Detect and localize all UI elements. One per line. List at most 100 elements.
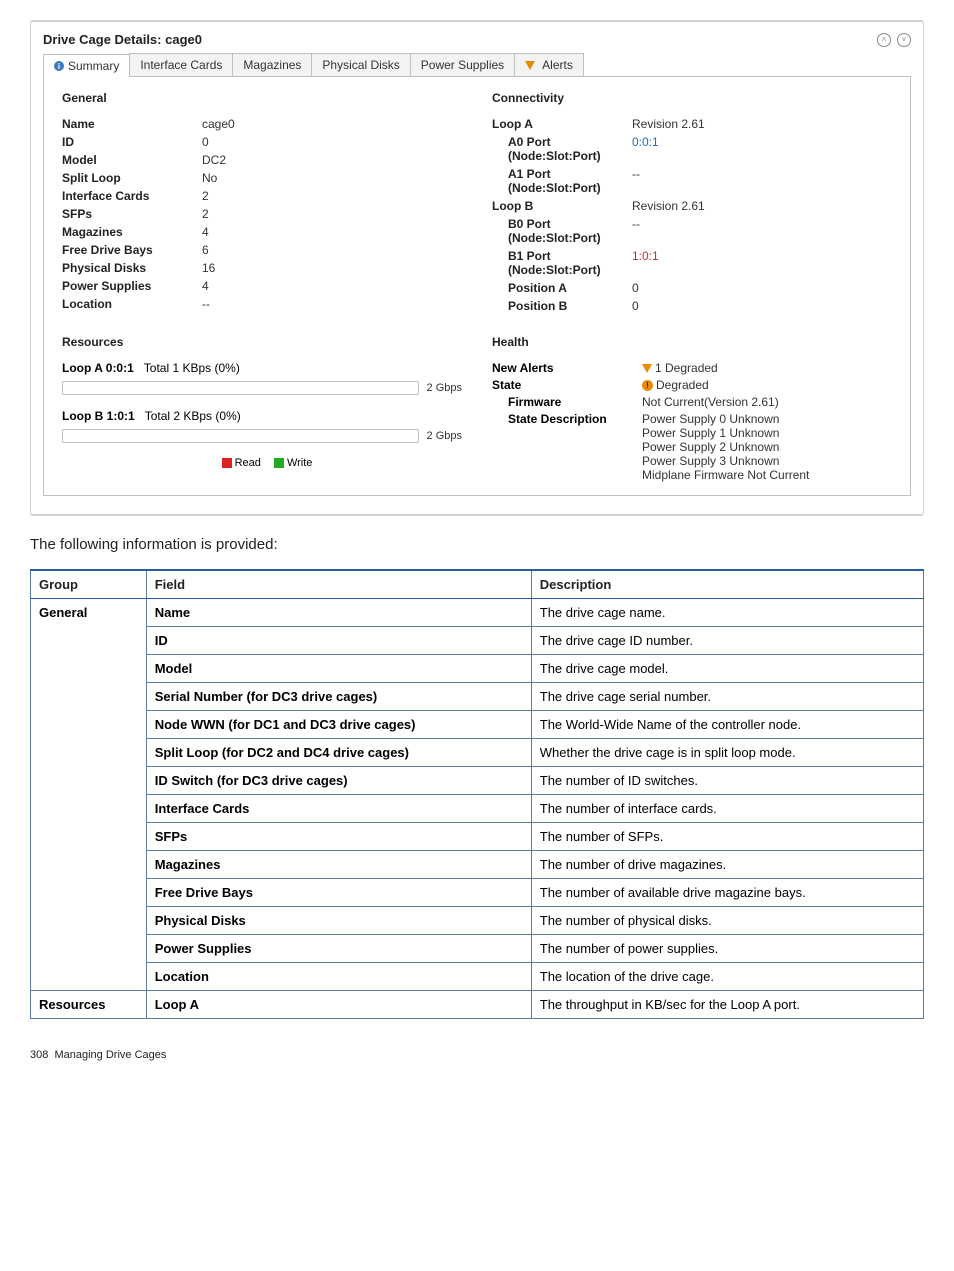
desc-cell: The number of power supplies. <box>531 935 923 963</box>
general-key: SFPs <box>62 207 202 221</box>
panel-header: Drive Cage Details: cage0 ˄ ˅ <box>43 32 911 47</box>
general-key: Model <box>62 153 202 167</box>
degraded-arrow-icon <box>642 364 652 373</box>
general-value: 4 <box>202 225 209 239</box>
a0-port-label: A0 Port (Node:Slot:Port) <box>492 135 632 163</box>
a1-port-label: A1 Port (Node:Slot:Port) <box>492 167 632 195</box>
desc-cell: The drive cage ID number. <box>531 627 923 655</box>
loop-b-cap: 2 Gbps <box>427 430 462 442</box>
general-key: Name <box>62 117 202 131</box>
group-cell: General <box>31 599 147 991</box>
field-cell: Location <box>146 963 531 991</box>
loop-a-bar <box>62 381 419 395</box>
th-desc: Description <box>531 570 923 599</box>
general-key: Location <box>62 297 202 311</box>
desc-cell: The drive cage name. <box>531 599 923 627</box>
health-section: Health New Alerts1 Degraded State!Degrad… <box>492 335 892 485</box>
body-text: The following information is provided: <box>30 536 924 553</box>
legend-write-swatch <box>274 458 284 468</box>
general-value: No <box>202 171 217 185</box>
resources-section: Resources Loop A 0:0:1 Total 1 KBps (0%)… <box>62 335 462 485</box>
loop-b-label: Loop B <box>492 199 632 213</box>
section-heading-general: General <box>62 91 462 105</box>
collapse-up-icon[interactable]: ˄ <box>877 33 891 47</box>
desc-cell: The throughput in KB/sec for the Loop A … <box>531 991 923 1019</box>
desc-cell: The number of available drive magazine b… <box>531 879 923 907</box>
a0-port-value[interactable]: 0:0:1 <box>632 135 659 163</box>
tab-bar: i Summary Interface Cards Magazines Phys… <box>43 53 911 77</box>
a1-port-value: -- <box>632 167 640 195</box>
page-number: 308 <box>30 1049 48 1061</box>
tab-alerts[interactable]: Alerts <box>514 53 584 76</box>
drive-cage-panel: Drive Cage Details: cage0 ˄ ˅ i Summary … <box>30 20 924 516</box>
pos-a-value: 0 <box>632 281 639 295</box>
general-value: DC2 <box>202 153 226 167</box>
desc-cell: The drive cage serial number. <box>531 683 923 711</box>
general-key: Free Drive Bays <box>62 243 202 257</box>
tab-physical-disks[interactable]: Physical Disks <box>311 53 410 76</box>
general-key: Physical Disks <box>62 261 202 275</box>
tab-magazines[interactable]: Magazines <box>232 53 312 76</box>
tab-label: Interface Cards <box>140 58 222 72</box>
general-value: 16 <box>202 261 215 275</box>
b1-port-value[interactable]: 1:0:1 <box>632 249 659 277</box>
general-key: ID <box>62 135 202 149</box>
tab-summary[interactable]: i Summary <box>43 54 130 77</box>
tab-interface-cards[interactable]: Interface Cards <box>129 53 233 76</box>
degraded-icon: ! <box>642 380 653 391</box>
state-desc-label: State Description <box>492 412 642 482</box>
alert-icon <box>525 61 535 70</box>
tab-label: Summary <box>68 59 119 73</box>
connectivity-section: Connectivity Loop ARevision 2.61 A0 Port… <box>492 91 892 317</box>
loop-a-cap: 2 Gbps <box>427 382 462 394</box>
general-value: 6 <box>202 243 209 257</box>
field-cell: Name <box>146 599 531 627</box>
field-cell: Serial Number (for DC3 drive cages) <box>146 683 531 711</box>
collapse-down-icon[interactable]: ˅ <box>897 33 911 47</box>
desc-cell: The number of interface cards. <box>531 795 923 823</box>
general-value: 2 <box>202 207 209 221</box>
group-cell: Resources <box>31 991 147 1019</box>
desc-cell: The drive cage model. <box>531 655 923 683</box>
panel-header-icons: ˄ ˅ <box>877 33 911 47</box>
field-cell: Interface Cards <box>146 795 531 823</box>
firmware-label: Firmware <box>492 395 642 409</box>
field-cell: Power Supplies <box>146 935 531 963</box>
page-footer: 308 Managing Drive Cages <box>30 1049 924 1061</box>
tab-label: Magazines <box>243 58 301 72</box>
field-cell: Free Drive Bays <box>146 879 531 907</box>
desc-cell: Whether the drive cage is in split loop … <box>531 739 923 767</box>
th-group: Group <box>31 570 147 599</box>
field-cell: ID <box>146 627 531 655</box>
desc-cell: The number of drive magazines. <box>531 851 923 879</box>
loop-b-rev: Revision 2.61 <box>632 199 705 213</box>
loop-b-heading: Loop B 1:0:1 Total 2 KBps (0%) <box>62 409 462 423</box>
section-heading-health: Health <box>492 335 892 349</box>
footer-title: Managing Drive Cages <box>54 1049 166 1061</box>
state-value: !Degraded <box>642 378 892 392</box>
state-label: State <box>492 378 642 392</box>
section-heading-connectivity: Connectivity <box>492 91 892 105</box>
b1-port-label: B1 Port (Node:Slot:Port) <box>492 249 632 277</box>
field-cell: Magazines <box>146 851 531 879</box>
new-alerts-value[interactable]: 1 Degraded <box>642 361 892 375</box>
info-table: Group Field Description GeneralNameThe d… <box>30 569 924 1019</box>
field-cell: SFPs <box>146 823 531 851</box>
loop-b-bar <box>62 429 419 443</box>
legend-read-swatch <box>222 458 232 468</box>
field-cell: Split Loop (for DC2 and DC4 drive cages) <box>146 739 531 767</box>
firmware-value: Not Current(Version 2.61) <box>642 395 892 409</box>
pos-b-label: Position B <box>492 299 632 313</box>
loop-a-heading: Loop A 0:0:1 Total 1 KBps (0%) <box>62 361 462 375</box>
tab-label: Power Supplies <box>421 58 504 72</box>
general-key: Interface Cards <box>62 189 202 203</box>
legend: Read Write <box>62 457 462 469</box>
panel-title: Drive Cage Details: cage0 <box>43 32 202 47</box>
tab-power-supplies[interactable]: Power Supplies <box>410 53 515 76</box>
field-cell: ID Switch (for DC3 drive cages) <box>146 767 531 795</box>
general-value: 2 <box>202 189 209 203</box>
state-desc-value: Power Supply 0 UnknownPower Supply 1 Unk… <box>642 412 892 482</box>
general-value: cage0 <box>202 117 235 131</box>
tab-content: General Namecage0ID0ModelDC2Split LoopNo… <box>43 77 911 496</box>
tab-label: Physical Disks <box>322 58 399 72</box>
